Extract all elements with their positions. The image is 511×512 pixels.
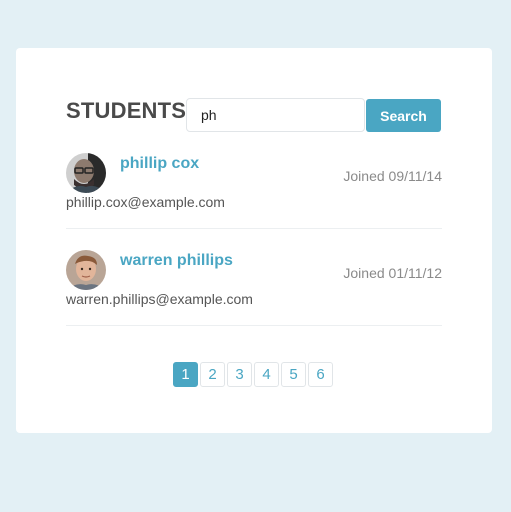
student-email: warren.phillips@example.com [66, 291, 253, 307]
page-2-button[interactable]: 2 [200, 362, 225, 387]
avatar [66, 153, 106, 193]
avatar [66, 250, 106, 290]
search-input[interactable] [186, 98, 365, 132]
page-4-button[interactable]: 4 [254, 362, 279, 387]
student-email: phillip.cox@example.com [66, 194, 225, 210]
student-row: phillip cox Joined 09/11/14 phillip.cox@… [66, 150, 442, 229]
page-1-button[interactable]: 1 [173, 362, 198, 387]
page-3-button[interactable]: 3 [227, 362, 252, 387]
page-5-button[interactable]: 5 [281, 362, 306, 387]
joined-date: Joined 09/11/14 [343, 168, 442, 184]
students-card: STUDENTS Search phillip cox Joined 09/11… [16, 48, 492, 433]
joined-date: Joined 01/11/12 [343, 265, 442, 281]
students-header: STUDENTS Search [66, 98, 442, 132]
page-title: STUDENTS [66, 98, 187, 123]
student-row: warren phillips Joined 01/11/12 warren.p… [66, 247, 442, 326]
student-name-link[interactable]: phillip cox [120, 155, 199, 173]
page-6-button[interactable]: 6 [308, 362, 333, 387]
student-name-link[interactable]: warren phillips [120, 252, 233, 270]
search-button[interactable]: Search [366, 99, 441, 132]
